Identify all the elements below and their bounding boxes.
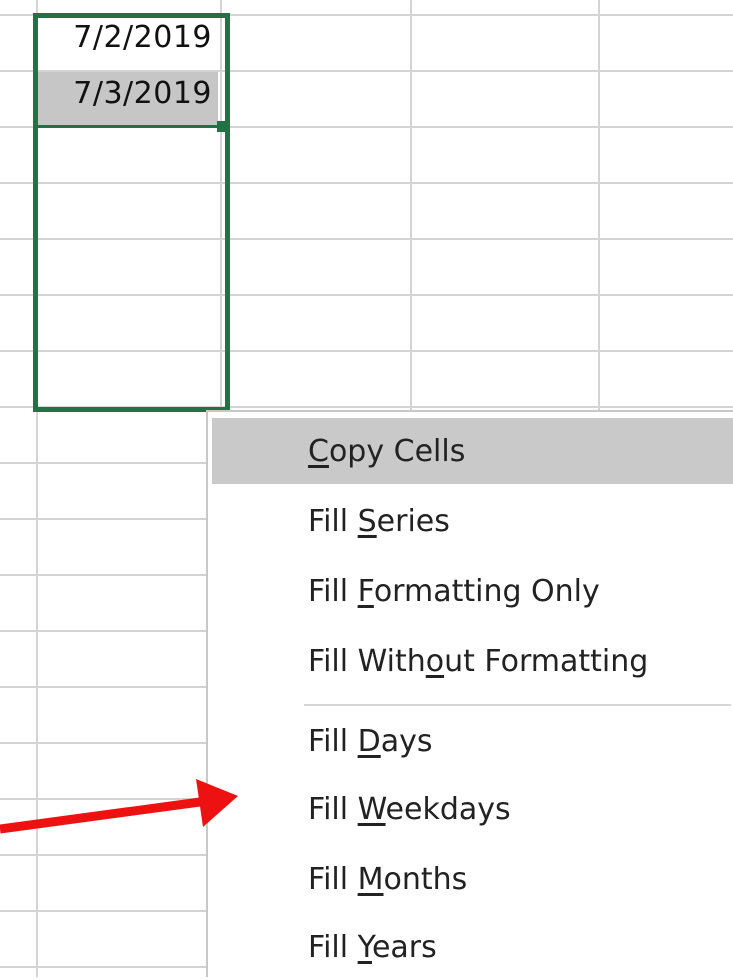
fill-handle[interactable] [217,121,228,132]
menu-item-label: Fill Without Formatting [308,644,649,679]
menu-item-fill-years[interactable]: Fill Years [212,914,733,980]
accelerator-key: C [308,434,329,469]
menu-item-fill-months[interactable]: Fill Months [212,846,733,912]
accelerator-key: W [357,792,386,827]
autofill-options-menu: Copy Cells Fill Series Fill Formatting O… [206,410,733,977]
menu-separator [304,704,731,706]
menu-item-label: Fill Weekdays [308,792,511,827]
menu-item-label: Fill Series [308,504,450,539]
menu-item-fill-series[interactable]: Fill Series [212,488,733,554]
menu-item-fill-without-formatting[interactable]: Fill Without Formatting [212,628,733,694]
accelerator-key: F [357,574,374,609]
active-cell-border [36,125,220,128]
accelerator-key: Y [357,930,372,965]
menu-item-fill-formatting-only[interactable]: Fill Formatting Only [212,558,733,624]
accelerator-key: o [425,644,445,679]
annotation-arrow-icon [0,779,238,834]
accelerator-key: S [357,504,377,539]
menu-item-label: Copy Cells [308,434,466,469]
arrow-head [196,779,238,827]
menu-item-fill-days[interactable]: Fill Days [212,708,733,774]
menu-item-fill-weekdays[interactable]: Fill Weekdays [212,776,733,842]
menu-item-label: Fill Years [308,930,437,965]
menu-item-label: Fill Formatting Only [308,574,600,609]
menu-item-copy-cells[interactable]: Copy Cells [212,418,733,484]
menu-item-label: Fill Months [308,862,468,897]
accelerator-key: M [357,862,384,897]
arrow-shaft [0,797,201,834]
accelerator-key: D [357,724,381,759]
menu-item-label: Fill Days [308,724,433,759]
selection-range-border [33,13,230,412]
